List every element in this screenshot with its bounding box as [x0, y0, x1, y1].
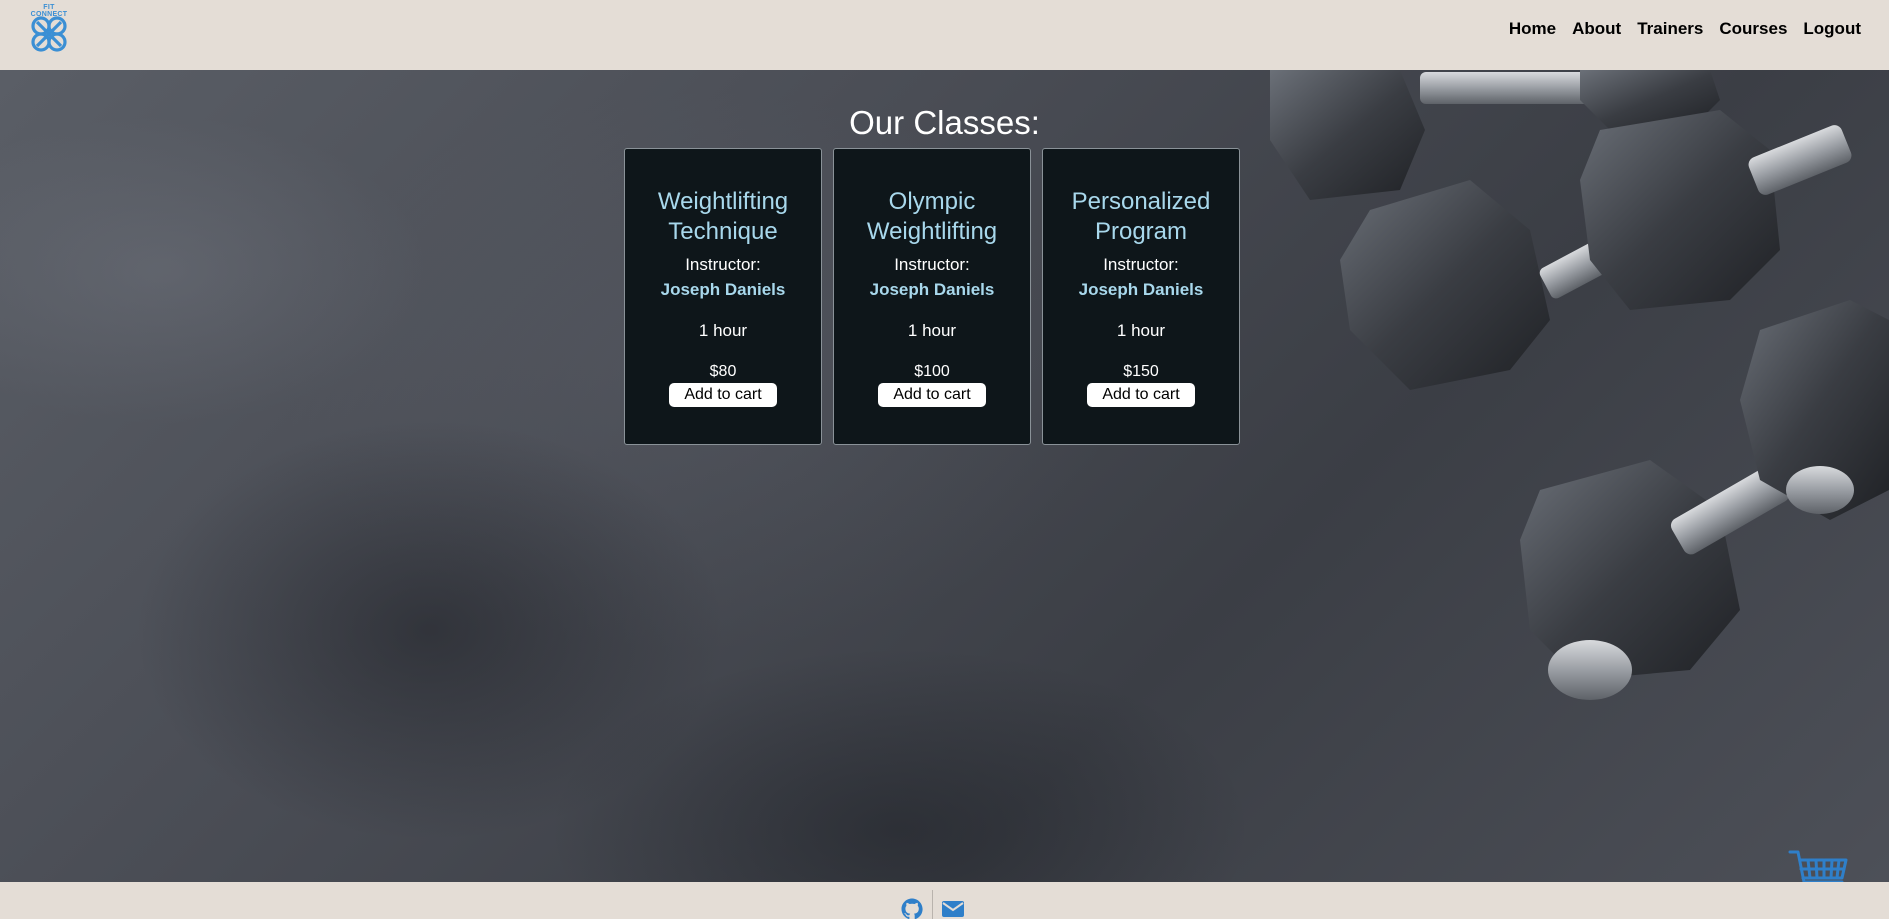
nav-logout[interactable]: Logout — [1803, 19, 1861, 39]
dumbbells-image — [1270, 70, 1889, 700]
class-duration: 1 hour — [698, 321, 748, 340]
class-price: $100 — [914, 363, 950, 380]
instructor-label: Instructor: — [685, 255, 761, 274]
class-duration: 1 hour — [1116, 321, 1166, 340]
github-icon[interactable] — [900, 897, 924, 919]
class-title-line: Personalized — [1071, 188, 1211, 215]
nav-about[interactable]: About — [1572, 19, 1621, 39]
class-title: Olympic Weightlifting — [834, 187, 1030, 247]
add-to-cart-button[interactable]: Add to cart — [878, 383, 986, 407]
nav-trainers[interactable]: Trainers — [1637, 19, 1703, 39]
class-title-line: Weightlifting — [866, 218, 998, 245]
class-price: $80 — [709, 363, 737, 380]
nav-home[interactable]: Home — [1509, 19, 1556, 39]
add-to-cart-button[interactable]: Add to cart — [1087, 383, 1195, 407]
class-title-line: Olympic — [888, 188, 976, 215]
logo-icon — [31, 16, 67, 52]
class-duration: 1 hour — [907, 321, 957, 340]
class-card: Weightlifting Technique Instructor: Jose… — [624, 148, 822, 445]
page-title: Our Classes: — [849, 104, 1040, 141]
mail-icon[interactable] — [941, 897, 965, 919]
footer-links — [900, 890, 965, 919]
class-title-line: Technique — [668, 218, 778, 245]
class-card: Olympic Weightlifting Instructor: Joseph… — [833, 148, 1031, 445]
instructor-label: Instructor: — [1103, 255, 1179, 274]
class-title-line: Weightlifting — [657, 188, 789, 215]
instructor-name: Joseph Daniels — [869, 280, 995, 299]
class-price: $150 — [1123, 363, 1159, 380]
footer — [0, 882, 1889, 919]
classes-list: Weightlifting Technique Instructor: Jose… — [624, 148, 1240, 445]
nav-courses[interactable]: Courses — [1719, 19, 1787, 39]
class-title: Personalized Program — [1043, 187, 1239, 247]
divider — [932, 890, 933, 919]
class-card: Personalized Program Instructor: Joseph … — [1042, 148, 1240, 445]
instructor-label: Instructor: — [894, 255, 970, 274]
main-nav: Home About Trainers Courses Logout — [1509, 19, 1861, 39]
logo[interactable]: FIT CONNECT — [24, 4, 74, 56]
class-title: Weightlifting Technique — [625, 187, 821, 247]
hero-background: Our Classes: Weightlifting Technique Ins… — [0, 70, 1889, 882]
instructor-name: Joseph Daniels — [1078, 280, 1204, 299]
header: FIT CONNECT Home About Trainers Courses … — [0, 0, 1889, 70]
class-title-line: Program — [1094, 218, 1188, 245]
instructor-name: Joseph Daniels — [660, 280, 786, 299]
page: FIT CONNECT Home About Trainers Courses … — [0, 0, 1889, 919]
add-to-cart-button[interactable]: Add to cart — [669, 383, 777, 407]
